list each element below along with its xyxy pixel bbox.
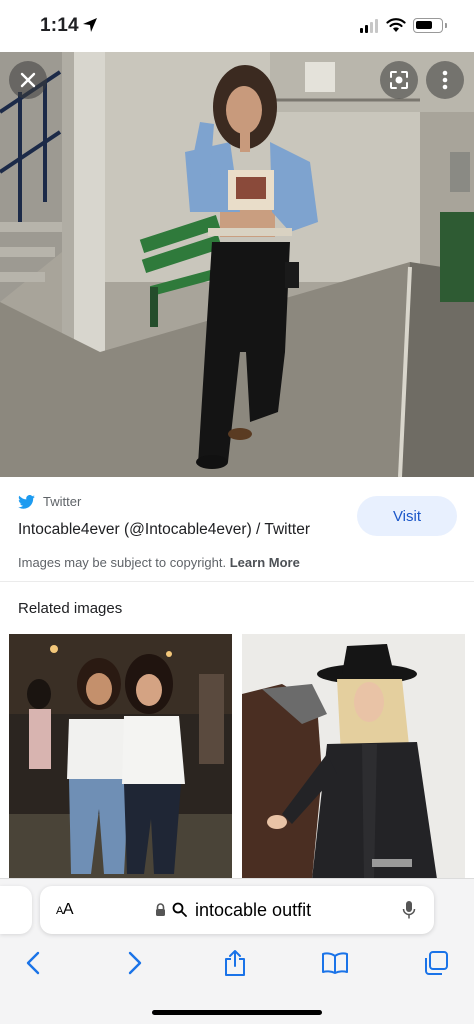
google-lens-icon [390, 71, 408, 89]
divider [0, 581, 474, 582]
more-options-button[interactable] [426, 61, 464, 99]
bookmarks-book-icon [322, 952, 348, 974]
aa-large: A [62, 901, 74, 918]
previous-tab-preview[interactable] [0, 886, 32, 934]
more-vertical-icon [442, 70, 448, 90]
close-icon [20, 72, 36, 88]
cellular-signal-icon [360, 19, 378, 33]
bookmarks-button[interactable] [320, 948, 350, 978]
status-bar: 1:14 [0, 0, 474, 52]
search-query[interactable]: intocable outfit [195, 900, 311, 921]
close-button[interactable] [9, 61, 47, 99]
location-arrow-icon [83, 18, 97, 32]
forward-chevron-icon [128, 951, 142, 975]
copyright-text: Images may be subject to copyright. [18, 555, 227, 570]
photo-two-women-night [9, 634, 232, 879]
related-image-thumbnail[interactable] [242, 634, 465, 879]
status-time: 1:14 [40, 15, 79, 36]
related-images-heading: Related images [18, 600, 123, 617]
learn-more-link[interactable]: Learn More [230, 555, 300, 570]
tabs-icon [425, 951, 448, 975]
source-name: Twitter [43, 494, 82, 509]
tabs-button[interactable] [421, 948, 451, 978]
home-indicator [152, 1010, 322, 1015]
twitter-bird-icon [18, 494, 35, 509]
result-title[interactable]: Intocable4ever (@Intocable4ever) / Twitt… [18, 521, 310, 539]
battery-icon [413, 18, 447, 33]
visit-button[interactable]: Visit [357, 496, 457, 536]
source-row[interactable]: Twitter [18, 494, 81, 509]
address-bar[interactable]: AA intocable outfit [40, 886, 434, 934]
copyright-notice: Images may be subject to copyright. Lear… [18, 555, 300, 570]
share-button[interactable] [220, 948, 250, 978]
lock-icon [156, 903, 165, 916]
main-result-image[interactable] [0, 52, 474, 477]
reader-settings-button[interactable]: AA [56, 901, 74, 919]
forward-button[interactable] [120, 948, 150, 978]
wifi-icon [386, 18, 406, 32]
share-icon [225, 950, 245, 976]
search-icon [172, 902, 187, 917]
photo-cowgirl-horse [242, 634, 465, 879]
back-button[interactable] [18, 948, 48, 978]
aa-small: A [56, 905, 63, 917]
back-chevron-icon [26, 951, 40, 975]
google-lens-button[interactable] [380, 61, 418, 99]
related-image-thumbnail[interactable] [9, 634, 232, 879]
photo-woman-denim-jacket [0, 52, 474, 477]
microphone-icon[interactable] [402, 900, 416, 920]
